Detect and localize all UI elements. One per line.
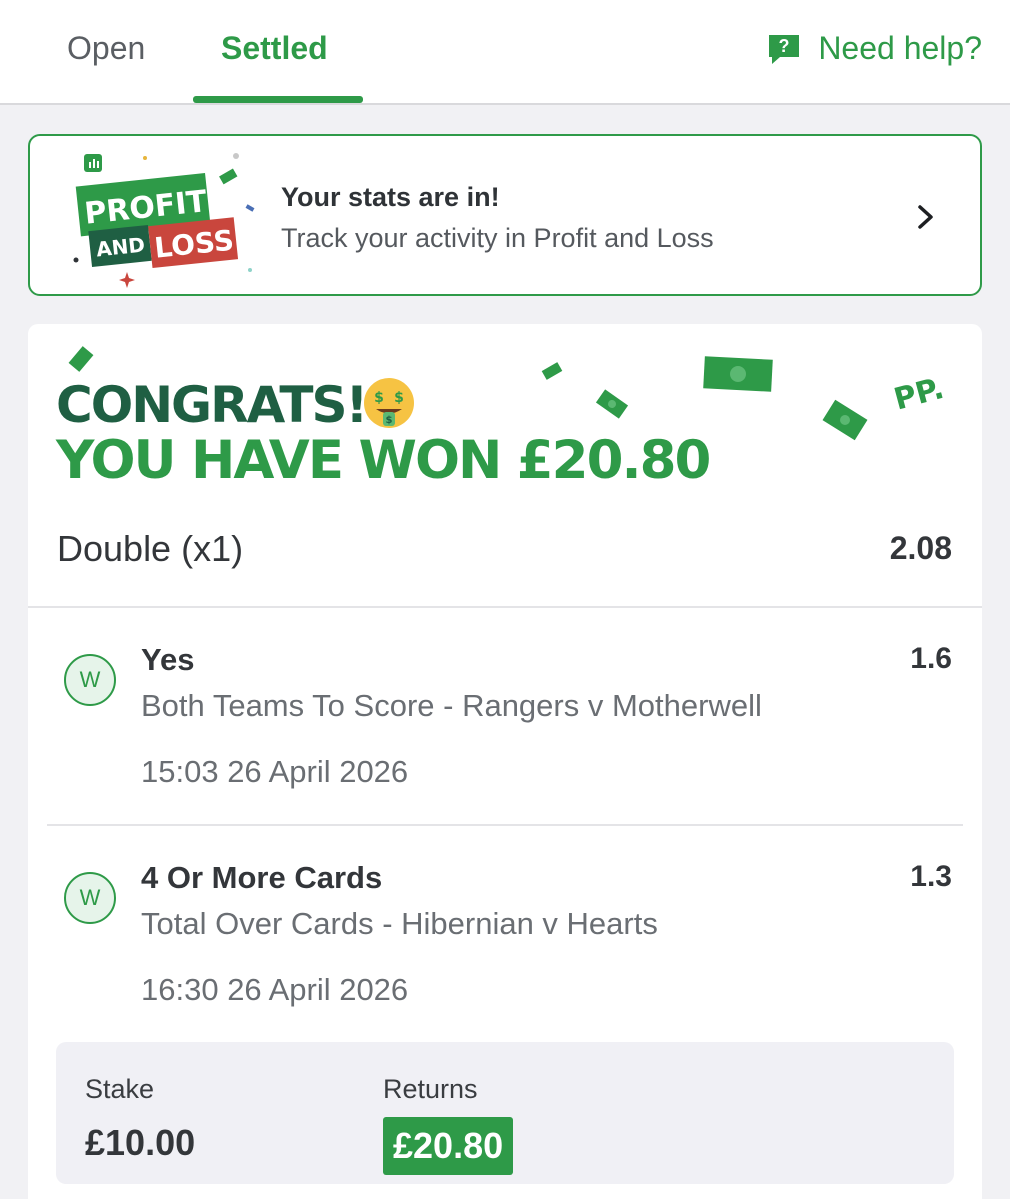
svg-text:AND: AND [95, 232, 146, 261]
selection-market: Total Over Cards - Hibernian v Hearts [141, 906, 658, 941]
banner-title: Your stats are in! [281, 182, 500, 212]
money-mouth-face-icon: $ $ $ [364, 378, 414, 428]
win-status-badge: W [64, 872, 116, 924]
returns-value: £20.80 [383, 1117, 514, 1175]
selection-name: 4 Or More Cards [141, 860, 383, 895]
svg-text:$: $ [394, 390, 404, 406]
tab-open[interactable]: Open [67, 30, 145, 67]
divider [28, 606, 982, 608]
profit-loss-banner[interactable]: PROFIT AND LOSS Your stats are in! Track… [28, 134, 982, 296]
divider [47, 824, 963, 826]
selection-odds: 1.6 [910, 642, 952, 675]
stake-value: £10.00 [85, 1122, 196, 1163]
tab-settled[interactable]: Settled [221, 30, 328, 67]
help-chat-icon: ? [766, 31, 802, 67]
need-help-link[interactable]: ? Need help? [766, 30, 982, 67]
selection-odds: 1.3 [910, 860, 952, 893]
returns-label: Returns [383, 1074, 478, 1104]
won-amount-heading: YOU HAVE WON £20.80 [56, 430, 711, 491]
congrats-heading: CONGRATS! [56, 376, 368, 434]
win-status-badge: W [64, 654, 116, 706]
top-tab-bar: Open Settled ? Need help? [0, 0, 1010, 105]
banner-subtitle: Track your activity in Profit and Loss [281, 223, 714, 253]
selection-market: Both Teams To Score - Rangers v Motherwe… [141, 688, 762, 723]
profit-and-loss-logo: PROFIT AND LOSS [73, 153, 255, 288]
selection-time: 16:30 26 April 2026 [141, 972, 409, 1007]
chevron-right-icon [918, 205, 933, 229]
bet-type-label: Double (x1) [57, 528, 244, 569]
svg-text:PP.: PP. [890, 371, 947, 418]
stake-returns-summary: Stake £10.00 Returns £20.80 [56, 1042, 954, 1184]
active-tab-indicator [193, 96, 363, 103]
settled-bet-card: PP. CONGRATS! $ $ $ YOU HAVE WON £20.80 … [28, 324, 982, 1199]
svg-text:$: $ [386, 415, 393, 426]
selection-time: 15:03 26 April 2026 [141, 754, 409, 789]
selection-name: Yes [141, 642, 195, 677]
svg-text:?: ? [779, 36, 790, 56]
svg-text:$: $ [374, 390, 384, 406]
bet-total-odds: 2.08 [889, 530, 952, 566]
stake-label: Stake [85, 1074, 155, 1104]
need-help-label: Need help? [818, 30, 982, 66]
